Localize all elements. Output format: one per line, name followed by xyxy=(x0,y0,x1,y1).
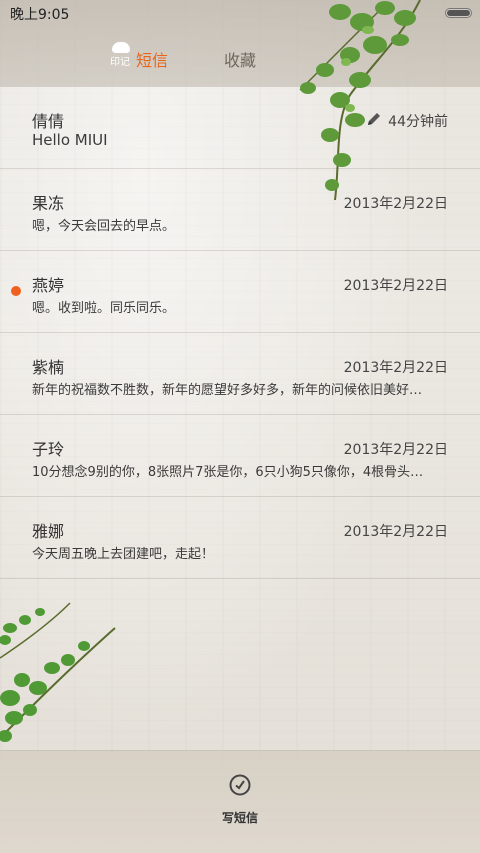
contact-name: 果冻 xyxy=(32,194,65,213)
conversation-row[interactable]: 果冻 嗯，今天会回去的早点。 2013年2月22日 xyxy=(0,169,480,251)
message-preview: 嗯，今天会回去的早点。 xyxy=(32,219,176,234)
compose-icon xyxy=(229,774,251,796)
message-time: 2013年2月22日 xyxy=(343,524,448,540)
battery-icon xyxy=(445,8,472,18)
contact-name: 倩倩 xyxy=(32,112,65,131)
compose-label: 写短信 xyxy=(221,811,258,825)
contact-name: 子玲 xyxy=(32,440,65,459)
message-time: 2013年2月22日 xyxy=(343,278,448,294)
message-preview: 嗯。收到啦。同乐同乐。 xyxy=(32,301,176,316)
contact-name: 紫楠 xyxy=(32,358,65,377)
message-time: 2013年2月22日 xyxy=(343,442,448,458)
message-time: 2013年2月22日 xyxy=(343,360,448,376)
conversation-row[interactable]: 倩倩 Hello MIUI 44分钟前 xyxy=(0,87,480,169)
unread-dot-icon xyxy=(11,286,21,296)
conversation-list: 倩倩 Hello MIUI 44分钟前 果冻 嗯，今天会回去的早点。 2013年… xyxy=(0,87,480,579)
status-time: 晚上9:05 xyxy=(10,7,70,23)
conversation-row[interactable]: 子玲 10分想念9别的你，8张照片7张是你，6只小狗5只像你，4根骨头… 201… xyxy=(0,415,480,497)
contact-name: 雅娜 xyxy=(32,522,65,541)
app-logo-icon: 印记 xyxy=(110,42,132,68)
message-preview: 今天周五晚上去团建吧，走起！ xyxy=(32,547,215,562)
message-time: 44分钟前 xyxy=(388,114,448,130)
tab-favorites[interactable]: 收藏 xyxy=(224,47,256,71)
message-preview: 10分想念9别的你，8张照片7张是你，6只小狗5只像你，4根骨头… xyxy=(32,465,424,480)
conversation-row[interactable]: 燕婷 嗯。收到啦。同乐同乐。 2013年2月22日 xyxy=(0,251,480,333)
logo-text: 印记 xyxy=(110,57,130,68)
message-preview: 新年的祝福数不胜数，新年的愿望好多好多，新年的问候依旧美好… xyxy=(32,383,423,398)
header: 晚上9:05 印记 短信 收藏 xyxy=(0,0,480,87)
tab-messages[interactable]: 短信 xyxy=(136,47,168,71)
conversation-row[interactable]: 雅娜 今天周五晚上去团建吧，走起！ 2013年2月22日 xyxy=(0,497,480,579)
message-preview: Hello MIUI xyxy=(32,131,108,149)
conversation-row[interactable]: 紫楠 新年的祝福数不胜数，新年的愿望好多好多，新年的问候依旧美好… 2013年2… xyxy=(0,333,480,415)
pencil-icon xyxy=(368,113,380,125)
contact-name: 燕婷 xyxy=(32,276,65,295)
status-bar: 晚上9:05 xyxy=(0,0,480,28)
message-time: 2013年2月22日 xyxy=(343,196,448,212)
tab-bar: 印记 短信 收藏 xyxy=(0,42,480,73)
cloud-icon xyxy=(112,42,130,53)
bottom-bar: 写短信 xyxy=(0,750,480,853)
compose-button[interactable]: 写短信 xyxy=(200,769,280,829)
